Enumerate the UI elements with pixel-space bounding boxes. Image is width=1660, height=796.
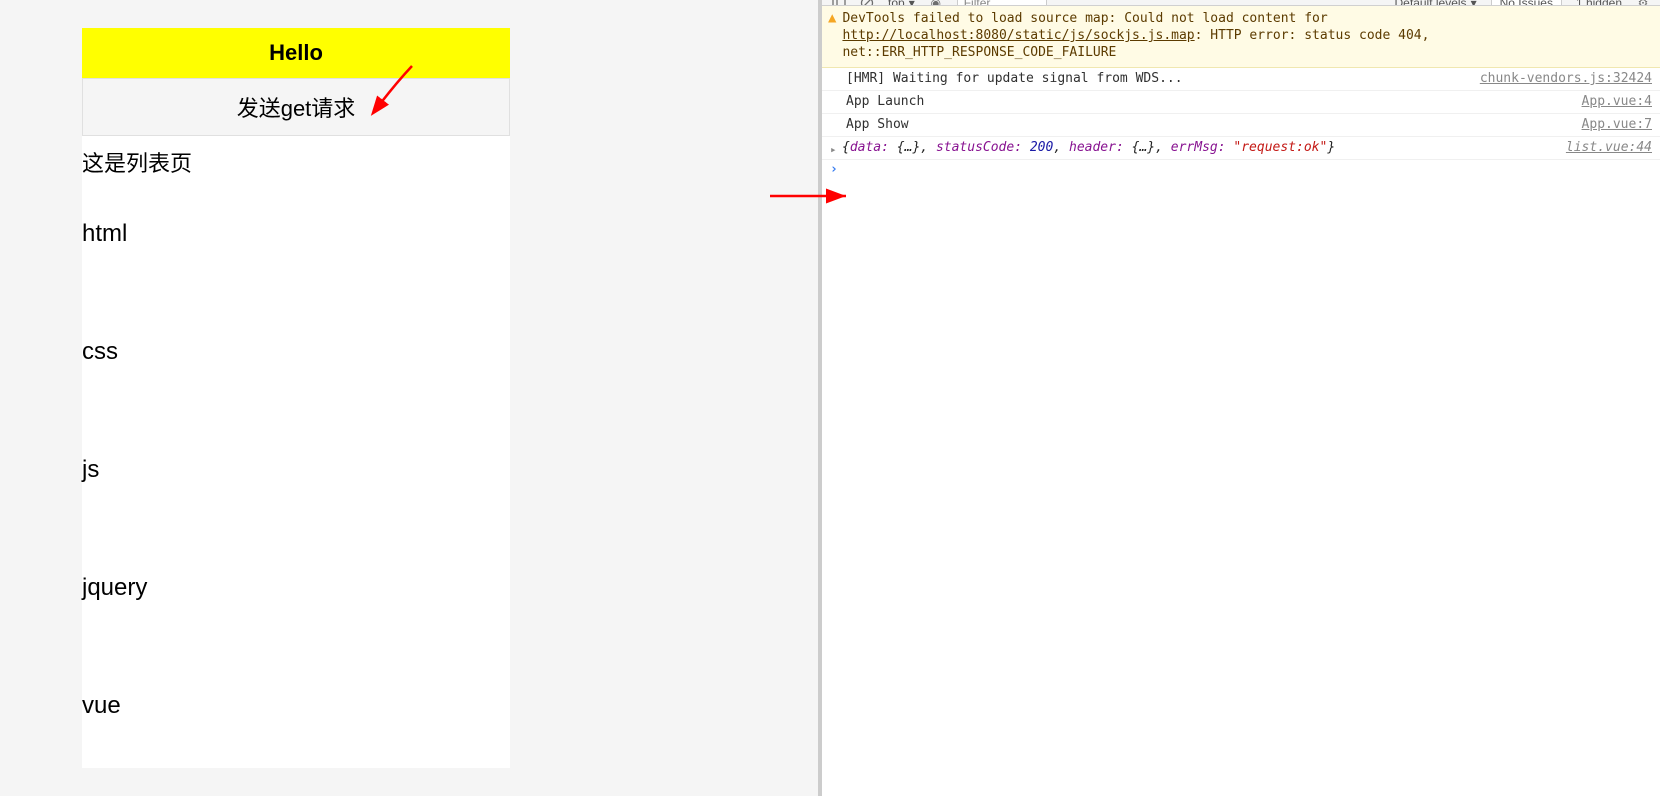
hello-bar: Hello <box>82 28 510 78</box>
log-message: App Show <box>846 116 1562 134</box>
list-item: jquery <box>82 532 510 650</box>
console-prompt[interactable]: › <box>822 160 1660 179</box>
send-get-button[interactable]: 发送get请求 <box>82 78 510 136</box>
devtools-panel: top ▾ ◉ Filter Default levels ▾ No Issue… <box>822 0 1660 796</box>
warning-icon: ▲ <box>828 10 836 26</box>
warning-prefix: DevTools failed to load source map: Coul… <box>842 11 1327 26</box>
log-source-link[interactable]: chunk-vendors.js:32424 <box>1480 70 1652 88</box>
log-message: App Launch <box>846 93 1562 111</box>
list-item: html <box>82 178 510 296</box>
log-row: App Show App.vue:7 <box>822 114 1660 137</box>
log-message: [HMR] Waiting for update signal from WDS… <box>846 70 1460 88</box>
console-log-area[interactable]: [HMR] Waiting for update signal from WDS… <box>822 68 1660 796</box>
list-item: js <box>82 414 510 532</box>
list-title: 这是列表页 <box>82 136 510 178</box>
log-object: {data: {…}, statusCode: 200, header: {…}… <box>842 139 1546 157</box>
warning-text: DevTools failed to load source map: Coul… <box>842 10 1654 61</box>
prompt-caret-icon: › <box>830 162 838 177</box>
log-object-row[interactable]: ▸ {data: {…}, statusCode: 200, header: {… <box>822 137 1660 160</box>
list-item: css <box>82 296 510 414</box>
warning-message: ▲ DevTools failed to load source map: Co… <box>822 6 1660 68</box>
list-body: html css js jquery vue <box>82 178 510 768</box>
log-source-link[interactable]: App.vue:7 <box>1582 116 1652 134</box>
expand-triangle-icon[interactable]: ▸ <box>830 141 837 159</box>
mobile-preview-panel: Hello 发送get请求 这是列表页 html css js jquery v… <box>0 0 818 796</box>
list-item: vue <box>82 650 510 768</box>
log-source-link[interactable]: App.vue:4 <box>1582 93 1652 111</box>
log-row: [HMR] Waiting for update signal from WDS… <box>822 68 1660 91</box>
mobile-view: Hello 发送get请求 这是列表页 html css js jquery v… <box>82 28 510 768</box>
log-row: App Launch App.vue:4 <box>822 91 1660 114</box>
warning-url-link[interactable]: http://localhost:8080/static/js/sockjs.j… <box>842 28 1194 43</box>
log-source-link[interactable]: list.vue:44 <box>1566 139 1652 157</box>
